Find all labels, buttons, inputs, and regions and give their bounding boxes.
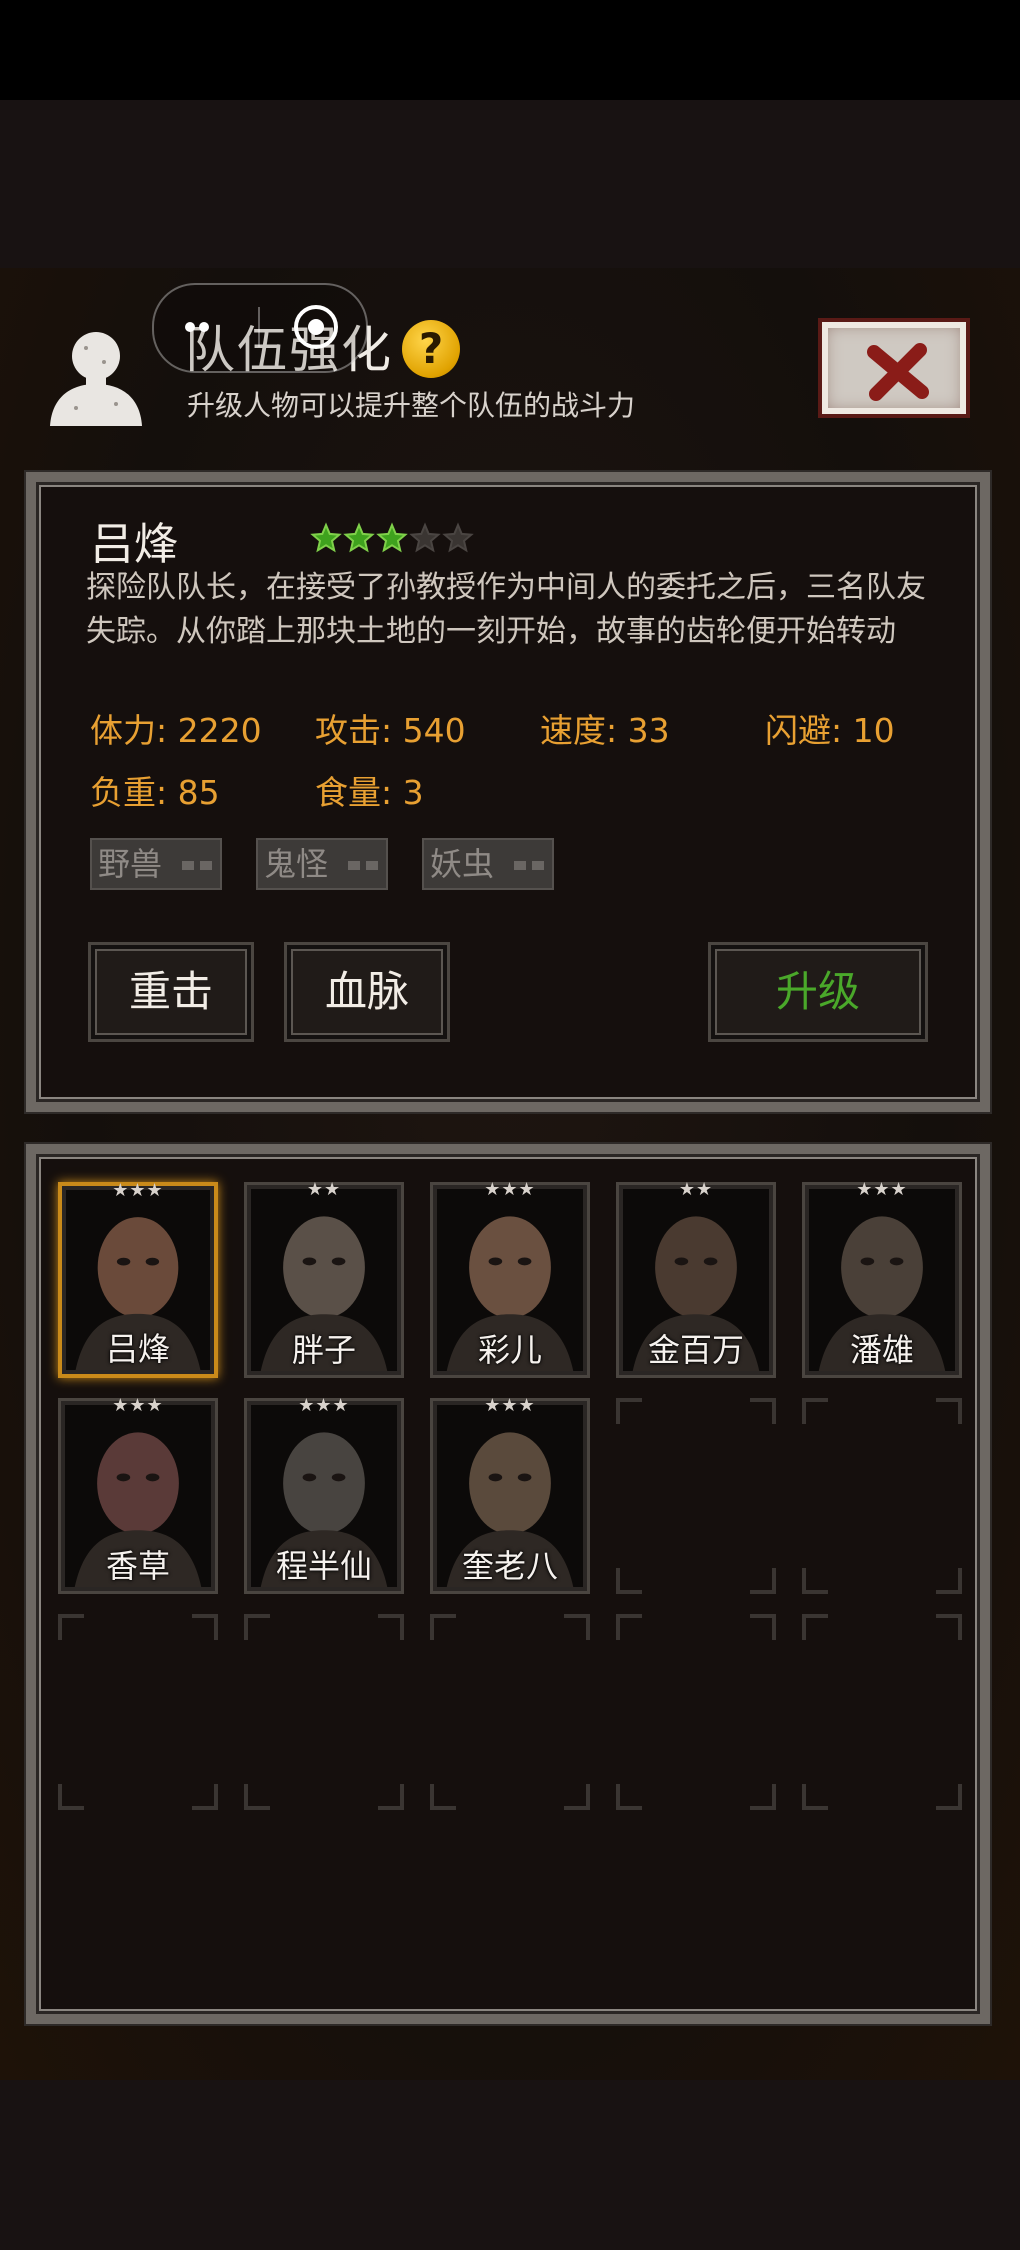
trait-pips: [514, 861, 544, 870]
help-icon[interactable]: ?: [402, 320, 460, 378]
card-star-rating: ★★★: [484, 1395, 536, 1416]
empty-slot: [244, 1614, 404, 1810]
trait-label: 野兽: [98, 845, 163, 883]
star-empty-icon: [442, 522, 474, 553]
card-star-rating: ★★★: [298, 1395, 350, 1416]
card-star-rating: ★★: [306, 1179, 342, 1200]
heavy-strike-button[interactable]: 重击: [88, 942, 254, 1042]
character-star-rating: [310, 522, 480, 558]
character-card-name: 胖子: [291, 1331, 356, 1369]
stat-food: 食量: 3: [315, 773, 424, 812]
close-button[interactable]: [818, 318, 970, 418]
bloodline-button[interactable]: 血脉: [284, 942, 450, 1042]
upgrade-button[interactable]: 升级: [708, 942, 928, 1042]
stat-speed: 速度: 33: [540, 711, 670, 750]
trait-pips: [348, 861, 378, 870]
card-star-rating: ★★★: [112, 1395, 164, 1416]
empty-slot: [802, 1614, 962, 1810]
character-card-name: 香草: [105, 1547, 170, 1585]
star-empty-icon: [409, 522, 441, 553]
star-filled-icon: [343, 522, 375, 553]
character-description: 探险队队长，在接受了孙教授作为中间人的委托之后，三名队友失踪。从你踏上那块土地的…: [86, 570, 926, 649]
character-card[interactable]: ★★ 金百万: [616, 1179, 776, 1378]
character-card[interactable]: ★★★ 彩儿: [430, 1179, 590, 1378]
trait-label: 妖虫: [430, 845, 495, 883]
star-filled-icon: [310, 522, 342, 553]
close-target-icon[interactable]: [292, 303, 340, 351]
empty-slot: [430, 1614, 590, 1810]
trait-label: 鬼怪: [264, 845, 329, 883]
status-bar: [0, 0, 1020, 100]
card-star-rating: ★★★: [112, 1180, 164, 1201]
card-star-rating: ★★★: [484, 1179, 536, 1200]
character-card[interactable]: ★★★ 奎老八: [430, 1395, 590, 1594]
trait-pips: [182, 861, 212, 870]
character-name: 吕烽: [90, 519, 178, 570]
trait-insect: 妖虫: [422, 838, 554, 890]
character-card-name: 奎老八: [461, 1547, 558, 1585]
star-filled-icon: [376, 522, 408, 553]
empty-slot: [802, 1398, 962, 1594]
stat-attack: 攻击: 540: [315, 711, 466, 750]
character-card-name: 潘雄: [849, 1331, 914, 1369]
card-star-rating: ★★: [678, 1179, 714, 1200]
stat-dodge: 闪避: 10: [765, 711, 895, 750]
more-dots-icon[interactable]: [184, 321, 224, 333]
card-star-rating: ★★★: [856, 1179, 908, 1200]
empty-slot: [616, 1614, 776, 1810]
stat-hp: 体力: 2220: [90, 711, 262, 750]
capsule-divider: [258, 307, 260, 347]
page-subtitle: 升级人物可以提升整个队伍的战斗力: [187, 389, 636, 422]
character-card-name: 吕烽: [105, 1330, 170, 1368]
character-card-name: 程半仙: [275, 1547, 372, 1585]
stat-load: 负重: 85: [90, 773, 220, 812]
character-card[interactable]: ★★★ 程半仙: [244, 1395, 404, 1594]
character-card[interactable]: ★★ 胖子: [244, 1179, 404, 1378]
character-card[interactable]: ★★★ 吕烽: [58, 1180, 218, 1378]
bottom-band: [0, 2080, 1020, 2250]
character-card[interactable]: ★★★ 香草: [58, 1395, 218, 1594]
mini-program-capsule[interactable]: [152, 283, 368, 373]
trait-ghost: 鬼怪: [256, 838, 388, 890]
empty-slot: [616, 1398, 776, 1594]
player-avatar-icon: [46, 318, 146, 428]
trait-beast: 野兽: [90, 838, 222, 890]
character-card[interactable]: ★★★ 潘雄: [802, 1179, 962, 1378]
empty-slot: [58, 1614, 218, 1810]
character-card-name: 金百万: [647, 1331, 744, 1369]
close-icon: [867, 343, 929, 401]
character-card-name: 彩儿: [477, 1331, 542, 1369]
